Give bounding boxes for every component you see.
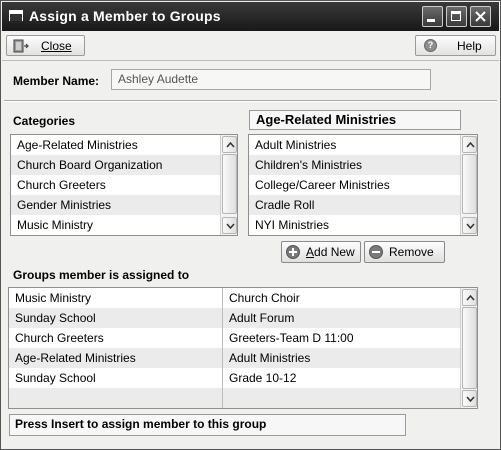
list-item[interactable]: Age-Related Ministries [11, 135, 221, 155]
toolbar: Close ? Help [2, 32, 499, 61]
table-row-empty [9, 388, 461, 408]
scroll-down-button[interactable] [462, 390, 477, 407]
minus-circle-icon [369, 245, 383, 259]
table-row[interactable]: Music Ministry Church Choir [9, 288, 461, 308]
list-item[interactable]: College/Career Ministries [249, 175, 461, 195]
assigned-groups-table[interactable]: Music Ministry Church Choir Sunday School… [8, 287, 478, 409]
window-title: Assign a Member to Groups [29, 8, 221, 24]
close-x-icon [475, 11, 486, 22]
member-name-label: Member Name: [13, 74, 100, 88]
chevron-up-icon [466, 142, 475, 148]
scroll-up-button[interactable] [462, 136, 477, 153]
minimize-button[interactable] [422, 6, 443, 27]
close-window-button[interactable] [470, 6, 491, 27]
close-button-label: Close [41, 39, 72, 53]
scroll-down-button[interactable] [462, 217, 477, 234]
list-item[interactable]: Music Ministry [11, 215, 221, 235]
chevron-up-icon [466, 295, 475, 301]
scroll-thumb[interactable] [462, 154, 477, 214]
selected-category-header: Age-Related Ministries [249, 110, 461, 130]
title-bar[interactable]: Assign a Member to Groups [2, 2, 499, 31]
add-new-label: Add New [306, 245, 355, 259]
chevron-up-icon [226, 142, 235, 148]
table-row[interactable]: Sunday School Adult Forum [9, 308, 461, 328]
list-item[interactable]: Gender Ministries [11, 195, 221, 215]
add-new-button[interactable]: Add New [281, 241, 361, 263]
member-name-field[interactable]: Ashley Audette [111, 69, 431, 90]
assigned-groups-label: Groups member is assigned to [13, 268, 190, 282]
window-icon [9, 10, 23, 21]
scroll-up-button[interactable] [462, 289, 477, 306]
divider [4, 100, 497, 102]
list-item[interactable]: Church Board Organization [11, 155, 221, 175]
table-row[interactable]: Age-Related Ministries Adult Ministries [9, 348, 461, 368]
categories-scrollbar[interactable] [220, 135, 237, 235]
list-item[interactable]: Adult Ministries [249, 135, 461, 155]
list-item[interactable]: Cradle Roll [249, 195, 461, 215]
scroll-up-button[interactable] [222, 136, 237, 153]
maximize-button[interactable] [446, 6, 467, 27]
table-row[interactable]: Church Greeters Greeters-Team D 11:00 [9, 328, 461, 348]
remove-button[interactable]: Remove [364, 241, 445, 263]
status-bar: Press Insert to assign member to this gr… [9, 414, 406, 436]
scroll-thumb[interactable] [462, 307, 477, 389]
categories-list[interactable]: Age-Related Ministries Church Board Orga… [10, 134, 238, 236]
help-button-label: Help [457, 39, 482, 53]
assign-member-window: Assign a Member to Groups Close ? Help M… [0, 0, 501, 450]
chevron-down-icon [466, 223, 475, 229]
chevron-down-icon [466, 396, 475, 402]
scroll-thumb[interactable] [222, 154, 237, 214]
chevron-down-icon [226, 223, 235, 229]
remove-label: Remove [389, 245, 434, 259]
scroll-down-button[interactable] [222, 217, 237, 234]
table-row[interactable]: Sunday School Grade 10-12 [9, 368, 461, 388]
list-item[interactable]: Church Greeters [11, 175, 221, 195]
exit-door-icon [13, 39, 29, 53]
help-button[interactable]: ? Help [415, 35, 496, 56]
close-button[interactable]: Close [6, 35, 85, 56]
assigned-scrollbar[interactable] [460, 288, 477, 408]
list-item[interactable]: Children's Ministries [249, 155, 461, 175]
ministries-list[interactable]: Adult Ministries Children's Ministries C… [248, 134, 478, 236]
plus-circle-icon [286, 245, 300, 259]
column-separator [222, 288, 223, 408]
categories-label: Categories [13, 114, 76, 128]
list-item[interactable]: NYI Ministries [249, 215, 461, 235]
ministries-scrollbar[interactable] [460, 135, 477, 235]
help-icon: ? [424, 39, 437, 52]
